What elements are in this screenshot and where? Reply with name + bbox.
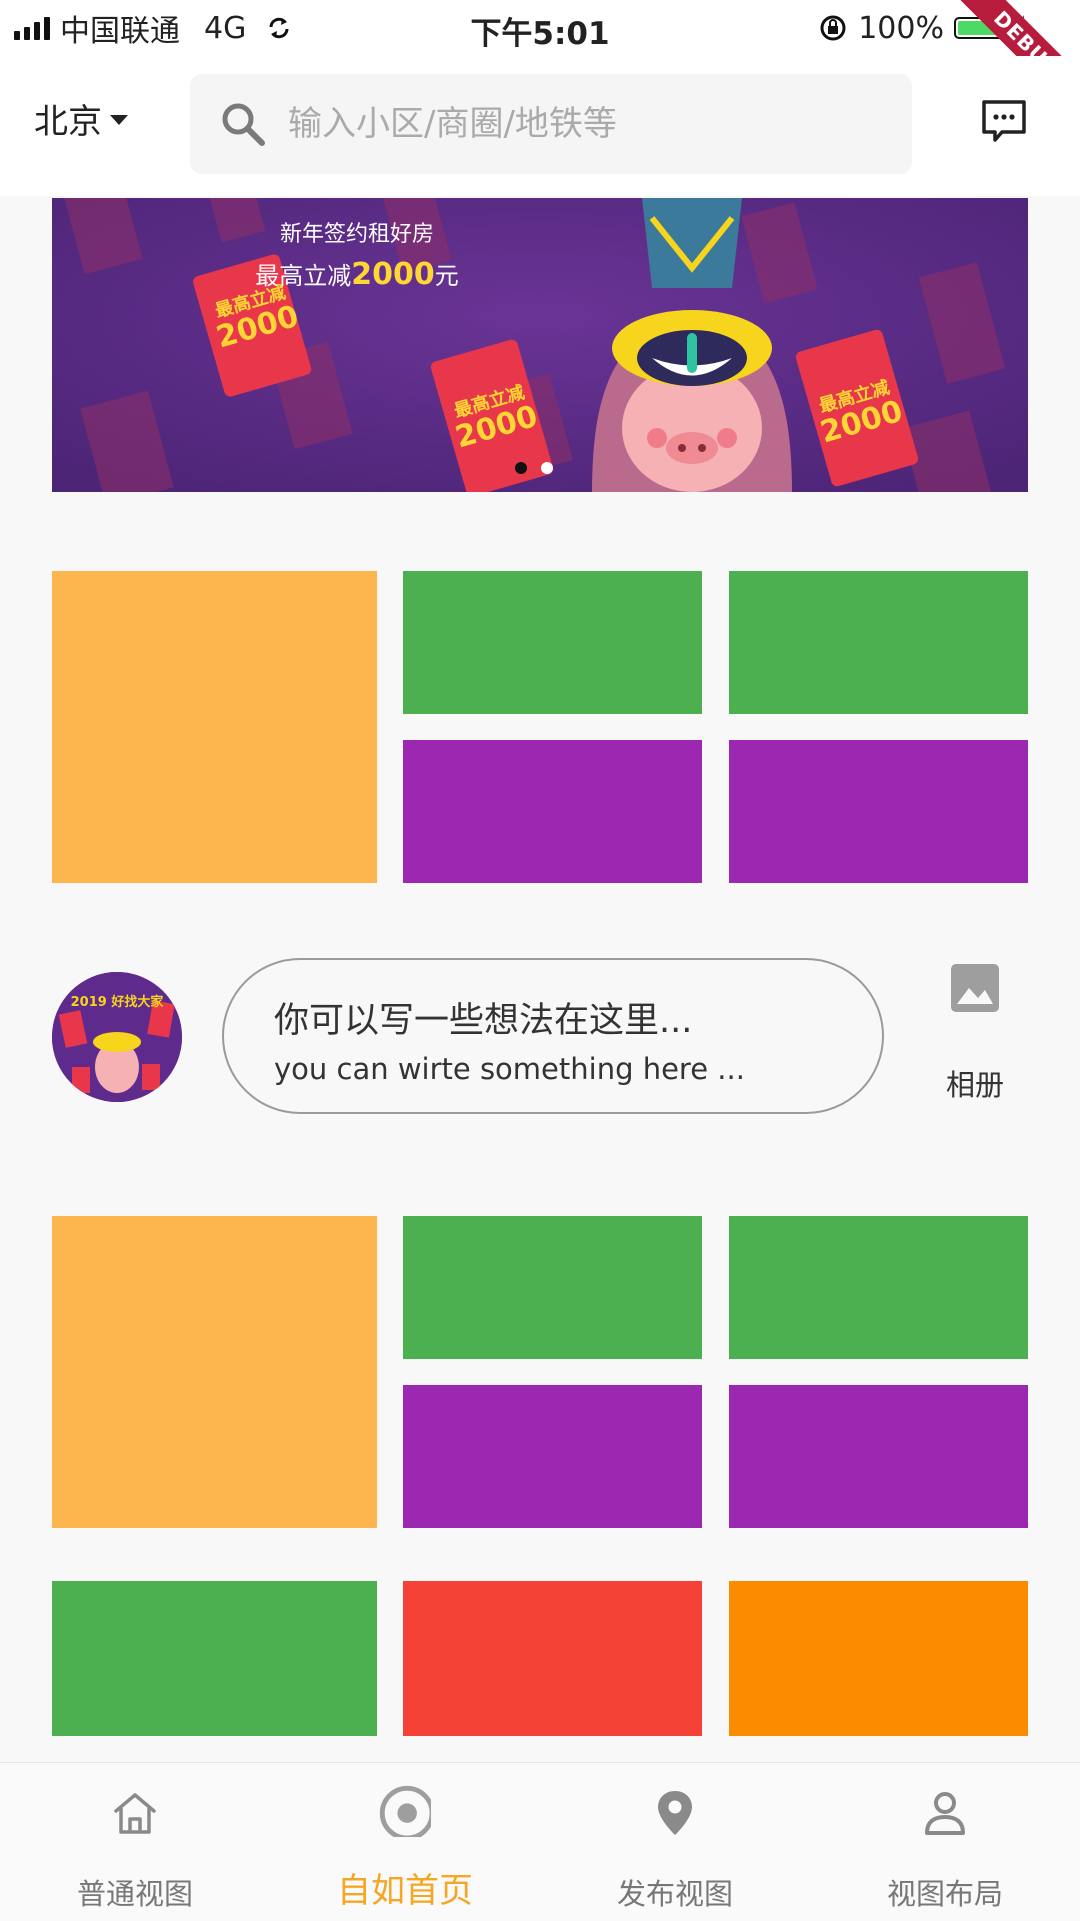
- search-icon: [222, 103, 265, 146]
- bottom-nav: 普通视图 自如首页 发布视图 视图布局: [0, 1762, 1080, 1921]
- caret-down-icon: [110, 114, 128, 125]
- banner-subline-amount: 2000: [351, 257, 435, 292]
- post-input-bubble[interactable]: 你可以写一些想法在这里... you can wirte something h…: [222, 958, 884, 1114]
- nav-label: 自如首页: [337, 1871, 473, 1911]
- banner-subline: 最高立减2000元: [52, 256, 662, 292]
- nav-label: 普通视图: [76, 1877, 193, 1911]
- tile-orange[interactable]: [729, 1581, 1028, 1736]
- promo-banner[interactable]: 新年签约租好房 最高立减2000元 最高立减 2000 最高立减 2000 最高立减…: [52, 198, 1028, 492]
- tile-large-orange[interactable]: [52, 571, 377, 883]
- battery-percent: 100%: [858, 10, 944, 46]
- tile-purple[interactable]: [729, 1385, 1028, 1528]
- banner-headline: 新年签约租好房: [279, 222, 434, 247]
- banner-page-indicator: [515, 462, 553, 474]
- nav-item-normal-view[interactable]: 普通视图: [0, 1763, 270, 1921]
- nav-item-view-layout[interactable]: 视图布局: [810, 1763, 1080, 1921]
- album-label: 相册: [945, 1068, 1004, 1102]
- page-dot[interactable]: [541, 462, 553, 474]
- location-pin-icon: [658, 1791, 692, 1835]
- tile-green[interactable]: [403, 1216, 702, 1359]
- tile-purple[interactable]: [403, 740, 702, 883]
- tile-purple[interactable]: [403, 1385, 702, 1528]
- nav-item-publish-view[interactable]: 发布视图: [540, 1763, 810, 1921]
- search-input[interactable]: [286, 103, 850, 145]
- nav-item-home[interactable]: 自如首页: [270, 1763, 540, 1921]
- tile-green[interactable]: [403, 571, 702, 714]
- tile-red[interactable]: [403, 1581, 702, 1736]
- radio-target-icon: [379, 1785, 431, 1837]
- city-label: 北京: [34, 102, 102, 142]
- tile-green[interactable]: [52, 1581, 377, 1736]
- search-bar[interactable]: [190, 74, 912, 174]
- tile-green[interactable]: [729, 571, 1028, 714]
- city-selector[interactable]: 北京: [34, 94, 128, 143]
- orientation-lock-icon: [820, 15, 846, 41]
- home-icon: [114, 1793, 156, 1834]
- nav-label: 视图布局: [886, 1877, 1003, 1911]
- message-icon[interactable]: [980, 98, 1028, 144]
- tile-green[interactable]: [729, 1216, 1028, 1359]
- image-icon: [951, 964, 999, 1012]
- app-header: 北京: [0, 56, 1080, 196]
- avatar[interactable]: 2019 好找大家: [52, 972, 182, 1102]
- tile-purple[interactable]: [729, 740, 1028, 883]
- avatar-image: 2019 好找大家: [52, 972, 182, 1102]
- post-prompt-en: you can wirte something here ...: [274, 1052, 745, 1086]
- person-icon: [925, 1792, 965, 1835]
- post-prompt-cn: 你可以写一些想法在这里...: [274, 1001, 693, 1041]
- avatar-caption: 2019 好找大家: [71, 994, 165, 1010]
- banner-subline-suffix: 元: [434, 262, 459, 290]
- page-dot-active[interactable]: [515, 462, 527, 474]
- status-bar: 中国联通 4G 下午5:01 100% DEBUG: [0, 0, 1080, 123]
- album-button[interactable]: 相册: [930, 960, 1020, 1104]
- nav-label: 发布视图: [616, 1877, 733, 1911]
- tile-large-orange[interactable]: [52, 1216, 377, 1528]
